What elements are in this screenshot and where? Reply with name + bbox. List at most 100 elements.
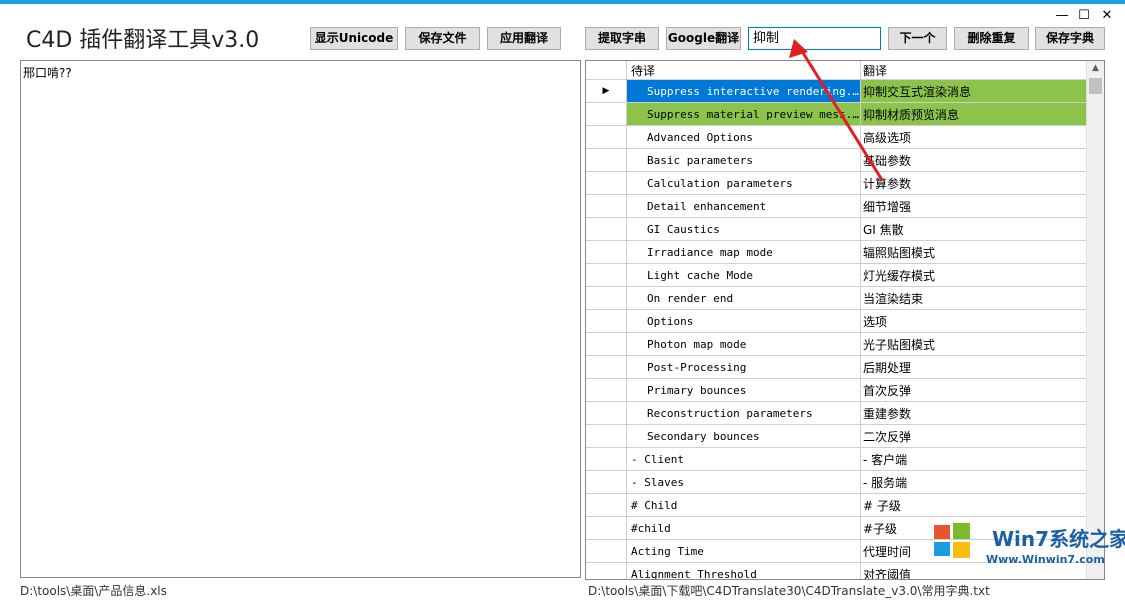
translation-cell[interactable]: 后期处理 <box>860 355 1093 379</box>
translation-cell[interactable]: 细节增强 <box>860 194 1093 218</box>
table-row[interactable]: Primary bounces 首次反弹 <box>586 378 1093 402</box>
translation-cell[interactable]: 辐照贴图模式 <box>860 240 1093 264</box>
source-cell[interactable]: On render end <box>626 286 861 310</box>
show-unicode-button[interactable]: 显示Unicode <box>310 27 398 50</box>
maximize-button[interactable]: ☐ <box>1072 6 1096 26</box>
source-cell[interactable]: Reconstruction parameters <box>626 401 861 425</box>
translation-cell[interactable]: 重建参数 <box>860 401 1093 425</box>
row-header[interactable] <box>586 539 627 563</box>
translation-cell[interactable]: 抑制材质预览消息 <box>860 102 1093 126</box>
minimize-button[interactable]: — <box>1050 6 1074 26</box>
row-header[interactable] <box>586 148 627 172</box>
row-header[interactable] <box>586 332 627 356</box>
google-translate-button[interactable]: Google翻译 <box>666 27 741 50</box>
row-header[interactable] <box>586 401 627 425</box>
row-header[interactable] <box>586 493 627 517</box>
table-row[interactable]: Calculation parameters 计算参数 <box>586 171 1093 195</box>
source-cell[interactable]: Detail enhancement <box>626 194 861 218</box>
table-row[interactable]: Light cache Mode 灯光缓存模式 <box>586 263 1093 287</box>
row-header[interactable] <box>586 355 627 379</box>
row-header[interactable] <box>586 378 627 402</box>
save-file-button[interactable]: 保存文件 <box>405 27 480 50</box>
row-header[interactable] <box>586 171 627 195</box>
row-header[interactable] <box>586 470 627 494</box>
translation-cell[interactable]: 基础参数 <box>860 148 1093 172</box>
table-row[interactable]: Basic parameters 基础参数 <box>586 148 1093 172</box>
table-row[interactable]: Photon map mode 光子贴图模式 <box>586 332 1093 356</box>
row-header[interactable] <box>586 309 627 333</box>
source-cell[interactable]: Secondary bounces <box>626 424 861 448</box>
table-row[interactable]: Post-Processing 后期处理 <box>586 355 1093 379</box>
table-row[interactable]: - Client - 客户端 <box>586 447 1093 471</box>
row-header[interactable] <box>586 263 627 287</box>
source-cell[interactable]: - Slaves <box>626 470 861 494</box>
row-header[interactable] <box>586 240 627 264</box>
source-cell[interactable]: Advanced Options <box>626 125 861 149</box>
source-cell[interactable]: Alignment Threshold <box>626 562 861 579</box>
row-header[interactable] <box>586 217 627 241</box>
source-cell[interactable]: # Child <box>626 493 861 517</box>
grid-vertical-scrollbar[interactable]: ▲ <box>1086 61 1104 579</box>
translation-cell[interactable]: 首次反弹 <box>860 378 1093 402</box>
table-row[interactable]: Options 选项 <box>586 309 1093 333</box>
row-header[interactable] <box>586 562 627 579</box>
table-row[interactable]: ▶ Suppress interactive rendering... 抑制交互式渲… <box>586 79 1093 103</box>
source-cell[interactable]: Irradiance map mode <box>626 240 861 264</box>
source-cell[interactable]: Photon map mode <box>626 332 861 356</box>
translation-cell[interactable]: 灯光缓存模式 <box>860 263 1093 287</box>
table-row[interactable]: Reconstruction parameters 重建参数 <box>586 401 1093 425</box>
translation-cell[interactable]: # 子级 <box>860 493 1093 517</box>
translation-cell[interactable]: 计算参数 <box>860 171 1093 195</box>
scroll-up-arrow-icon[interactable]: ▲ <box>1087 63 1104 73</box>
source-text-editor[interactable]: 邢口啃?? <box>20 60 581 578</box>
next-button[interactable]: 下一个 <box>888 27 947 50</box>
source-cell[interactable]: Suppress interactive rendering... <box>626 79 861 103</box>
source-cell[interactable]: - Client <box>626 447 861 471</box>
current-row-indicator-icon[interactable]: ▶ <box>586 79 627 103</box>
row-header[interactable] <box>586 102 627 126</box>
row-header[interactable] <box>586 424 627 448</box>
table-row[interactable]: Irradiance map mode 辐照贴图模式 <box>586 240 1093 264</box>
row-header[interactable] <box>586 194 627 218</box>
row-header[interactable] <box>586 447 627 471</box>
extract-strings-button[interactable]: 提取字串 <box>585 27 659 50</box>
source-cell[interactable]: Light cache Mode <box>626 263 861 287</box>
table-row[interactable]: GI Caustics GI 焦散 <box>586 217 1093 241</box>
source-cell[interactable]: Primary bounces <box>626 378 861 402</box>
source-cell[interactable]: #child <box>626 516 861 540</box>
table-row[interactable]: On render end 当渲染结束 <box>586 286 1093 310</box>
translation-cell[interactable]: - 客户端 <box>860 447 1093 471</box>
translation-cell[interactable]: - 服务端 <box>860 470 1093 494</box>
translation-cell[interactable]: 选项 <box>860 309 1093 333</box>
table-row[interactable]: Advanced Options 高级选项 <box>586 125 1093 149</box>
translation-cell[interactable]: 抑制交互式渲染消息 <box>860 79 1093 103</box>
table-row[interactable]: Secondary bounces 二次反弹 <box>586 424 1093 448</box>
source-cell[interactable]: Suppress material preview mess... <box>626 102 861 126</box>
search-input[interactable]: 抑制 <box>748 27 881 50</box>
row-header[interactable] <box>586 516 627 540</box>
save-dictionary-button[interactable]: 保存字典 <box>1035 27 1105 50</box>
source-cell[interactable]: Calculation parameters <box>626 171 861 195</box>
column-header-translation[interactable]: 翻译 <box>860 61 1093 80</box>
source-cell[interactable]: Options <box>626 309 861 333</box>
table-row[interactable]: # Child # 子级 <box>586 493 1093 517</box>
table-row[interactable]: Suppress material preview mess... 抑制材质预览消… <box>586 102 1093 126</box>
source-cell[interactable]: Post-Processing <box>626 355 861 379</box>
apply-translation-button[interactable]: 应用翻译 <box>487 27 561 50</box>
close-button[interactable]: ✕ <box>1095 6 1119 26</box>
source-cell[interactable]: Basic parameters <box>626 148 861 172</box>
source-cell[interactable]: GI Caustics <box>626 217 861 241</box>
table-row[interactable]: Detail enhancement 细节增强 <box>586 194 1093 218</box>
column-header-source[interactable]: 待译 <box>626 61 861 80</box>
scrollbar-thumb[interactable] <box>1089 78 1102 94</box>
row-header[interactable] <box>586 286 627 310</box>
source-cell[interactable]: Acting Time <box>626 539 861 563</box>
translation-grid[interactable]: 待译 翻译 ▶ Suppress interactive rendering...… <box>585 60 1105 580</box>
delete-duplicates-button[interactable]: 删除重复 <box>954 27 1029 50</box>
translation-cell[interactable]: 二次反弹 <box>860 424 1093 448</box>
translation-cell[interactable]: 高级选项 <box>860 125 1093 149</box>
table-row[interactable]: - Slaves - 服务端 <box>586 470 1093 494</box>
row-header[interactable] <box>586 125 627 149</box>
translation-cell[interactable]: 当渲染结束 <box>860 286 1093 310</box>
translation-cell[interactable]: 光子贴图模式 <box>860 332 1093 356</box>
